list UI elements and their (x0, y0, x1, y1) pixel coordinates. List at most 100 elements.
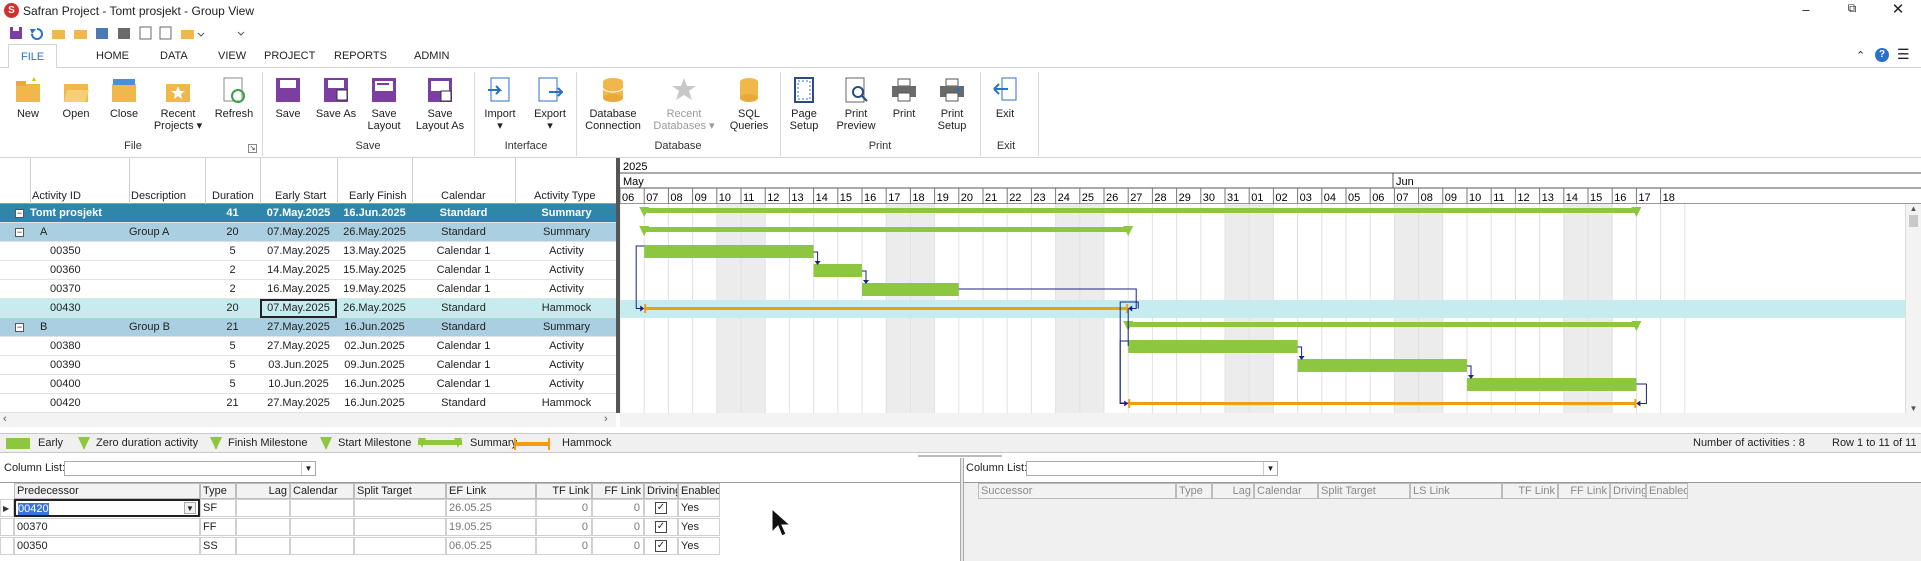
pred-header-ef-link[interactable]: EF Link (446, 483, 536, 499)
column-header-early-finish[interactable]: Early Finish (349, 190, 406, 202)
collapse-toggle-icon[interactable]: − (15, 228, 24, 237)
table-row[interactable]: 00360 2 14.May.2025 15.May.2025 Calendar 1 Ac… (0, 261, 618, 280)
help-icon[interactable]: ? (1875, 48, 1889, 62)
pred-cell-tf-link[interactable]: 0 (536, 537, 592, 555)
save-as-button[interactable]: Save As (314, 76, 358, 120)
print-button[interactable]: Print (886, 76, 922, 120)
refresh-button[interactable]: Refresh (212, 76, 256, 120)
tab-home[interactable]: HOME (96, 50, 129, 62)
pred-cell-ef-link[interactable]: 06.05.25 (446, 537, 536, 555)
succ-header-type[interactable]: Type (1176, 483, 1212, 499)
pred-cell-enabled[interactable]: Yes (678, 499, 720, 517)
succ-header-enabled[interactable]: Enabled (1646, 483, 1688, 499)
column-header-activity-id[interactable]: Activity ID (32, 190, 81, 202)
pred-cell-driving[interactable]: ✓ (644, 537, 678, 555)
close-window-button[interactable]: ✕ (1888, 0, 1908, 18)
tab-admin[interactable]: ADMIN (414, 50, 449, 62)
pred-cell-type[interactable]: SF (200, 499, 236, 517)
scroll-thumb[interactable] (1909, 215, 1918, 227)
sql-queries-button[interactable]: SQL Queries (726, 76, 772, 132)
succ-column-list-select[interactable]: ▼ (1026, 461, 1278, 476)
driving-checkbox[interactable]: ✓ (655, 502, 667, 514)
save-layout-as-button[interactable]: Save Layout As (412, 76, 468, 132)
pred-cell-calendar[interactable] (290, 518, 354, 536)
tab-view[interactable]: VIEW (218, 50, 246, 62)
gantt-vertical-scrollbar[interactable]: ▲ ▼ (1905, 204, 1921, 413)
table-row[interactable]: − B Group B 21 27.May.2025 16.Jun.2025 Standar… (0, 318, 618, 337)
pred-cell-calendar[interactable] (290, 499, 354, 517)
gantt-horizontal-scrollbar[interactable] (620, 413, 1921, 427)
table-row[interactable]: 00370 2 16.May.2025 19.May.2025 Calendar 1 Ac… (0, 280, 618, 299)
recent-databases-button[interactable]: Recent Databases ▾ (650, 76, 718, 132)
pred-cell-predecessor[interactable]: 00370 (14, 518, 200, 536)
close-button[interactable]: Close (106, 76, 142, 120)
column-header-early-start[interactable]: Early Start (275, 190, 326, 202)
table-row[interactable]: 00420 21 27.May.2025 16.Jun.2025 Standard Ham… (0, 394, 618, 413)
scroll-down-icon[interactable]: ▼ (1906, 404, 1921, 413)
pred-cell-driving[interactable]: ✓ (644, 518, 678, 536)
print-setup-button[interactable]: Print Setup (932, 76, 972, 132)
pred-cell-lag[interactable] (236, 499, 290, 517)
pred-cell-ff-link[interactable]: 0 (592, 537, 644, 555)
table-row[interactable]: − Tomt prosjekt 41 07.May.2025 16.Jun.2025 St… (0, 204, 618, 223)
scroll-left-icon[interactable]: ‹ (3, 413, 7, 425)
pred-cell-tf-link[interactable]: 0 (536, 499, 592, 517)
row-indicator[interactable] (0, 537, 14, 555)
pred-header-ff-link[interactable]: FF Link (592, 483, 644, 499)
recent-projects-button[interactable]: Recent Projects ▾ (150, 76, 206, 132)
pred-cell-lag[interactable] (236, 518, 290, 536)
pred-cell-enabled[interactable]: Yes (678, 518, 720, 536)
save-button[interactable]: Save (270, 76, 306, 120)
exit-button[interactable]: Exit (988, 76, 1022, 120)
table-row[interactable]: 00390 5 03.Jun.2025 09.Jun.2025 Calendar 1 Ac… (0, 356, 618, 375)
scroll-up-icon[interactable]: ▲ (1906, 204, 1921, 213)
pred-header-predecessor[interactable]: Predecessor (14, 483, 200, 499)
row-indicator[interactable]: ▶ (0, 499, 14, 517)
pred-cell-predecessor[interactable]: 00420 ▼ (14, 499, 200, 517)
table-row[interactable]: 00380 5 27.May.2025 02.Jun.2025 Calendar 1 Ac… (0, 337, 618, 356)
pred-header-type[interactable]: Type (200, 483, 236, 499)
pred-cell-type[interactable]: SS (200, 537, 236, 555)
chevron-down-icon[interactable]: ▼ (184, 502, 196, 514)
tab-file[interactable]: FILE (8, 44, 58, 69)
tab-reports[interactable]: REPORTS (334, 50, 387, 62)
database-connection-button[interactable]: Database Connection (582, 76, 644, 132)
pred-cell-split-target[interactable] (354, 537, 446, 555)
pred-cell-driving[interactable]: ✓ (644, 499, 678, 517)
pred-header-enabled[interactable]: Enabled (678, 483, 720, 499)
pred-cell-enabled[interactable]: Yes (678, 537, 720, 555)
collapse-toggle-icon[interactable]: − (15, 209, 24, 218)
pred-cell-lag[interactable] (236, 537, 290, 555)
pred-header-calendar[interactable]: Calendar (290, 483, 354, 499)
driving-checkbox[interactable]: ✓ (655, 521, 667, 533)
open-button[interactable]: Open (58, 76, 94, 120)
pred-cell-type[interactable]: FF (200, 518, 236, 536)
print-preview-button[interactable]: Print Preview (834, 76, 878, 132)
save-layout-button[interactable]: Save Layout (364, 76, 404, 132)
gantt-chart[interactable] (620, 204, 1921, 413)
pred-cell-predecessor[interactable]: 00350 (14, 537, 200, 555)
table-row[interactable]: − A Group A 20 07.May.2025 26.May.2025 Standar… (0, 223, 618, 242)
succ-header-lag[interactable]: Lag (1212, 483, 1254, 499)
export-button[interactable]: Export ▾ (530, 76, 570, 132)
column-header-description[interactable]: Description (131, 190, 186, 202)
pred-header-driving[interactable]: Driving (644, 483, 678, 499)
succ-header-ls-link[interactable]: LS Link (1410, 483, 1502, 499)
succ-header-driving[interactable]: Driving (1610, 483, 1646, 499)
pred-cell-ef-link[interactable]: 19.05.25 (446, 518, 536, 536)
pred-column-list-select[interactable]: ▼ (64, 461, 316, 476)
table-row[interactable]: 00350 5 07.May.2025 13.May.2025 Calendar 1 Ac… (0, 242, 618, 261)
table-row[interactable]: 00430 20 07.May.2025 26.May.2025 Standard Ham… (0, 299, 618, 318)
pred-header-lag[interactable]: Lag (236, 483, 290, 499)
pred-cell-split-target[interactable] (354, 499, 446, 517)
menu-icon[interactable]: ☰ (1897, 47, 1910, 61)
collapse-ribbon-icon[interactable]: ⌃ (1856, 49, 1865, 62)
collapse-toggle-icon[interactable]: − (15, 323, 24, 332)
restore-button[interactable]: ⧉ (1842, 1, 1862, 19)
minimize-button[interactable]: – (1796, 2, 1816, 20)
pred-header-split-target[interactable]: Split Target (354, 483, 446, 499)
pred-cell-tf-link[interactable]: 0 (536, 518, 592, 536)
import-button[interactable]: Import ▾ (480, 76, 520, 132)
column-header-calendar[interactable]: Calendar (441, 190, 486, 202)
page-setup-button[interactable]: Page Setup (786, 76, 822, 132)
